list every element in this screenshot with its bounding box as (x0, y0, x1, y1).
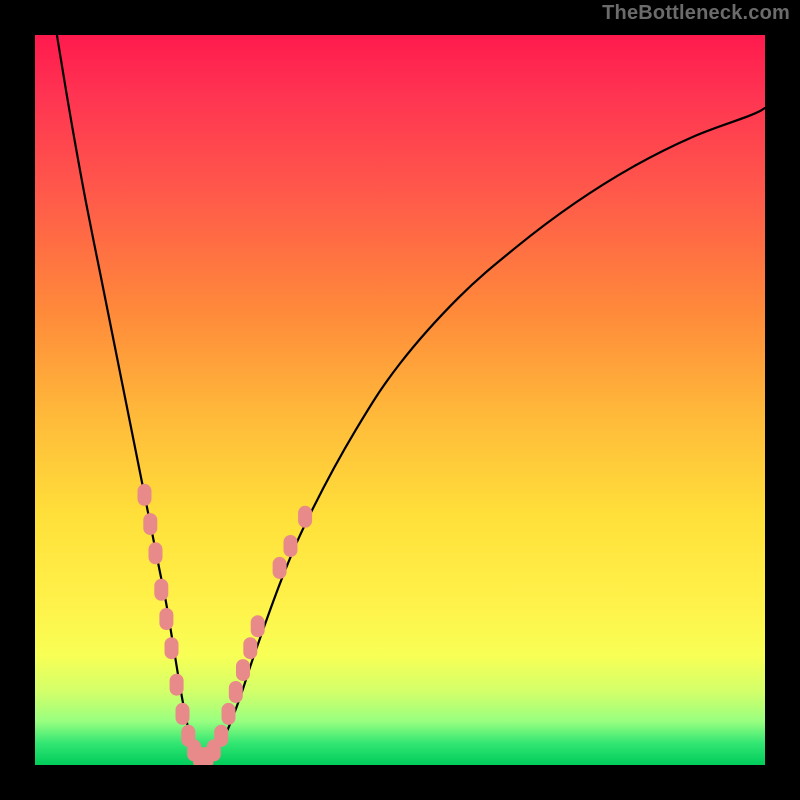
watermark-text: TheBottleneck.com (602, 2, 790, 25)
plot-gradient-background (35, 35, 765, 765)
chart-frame: TheBottleneck.com (0, 0, 800, 800)
